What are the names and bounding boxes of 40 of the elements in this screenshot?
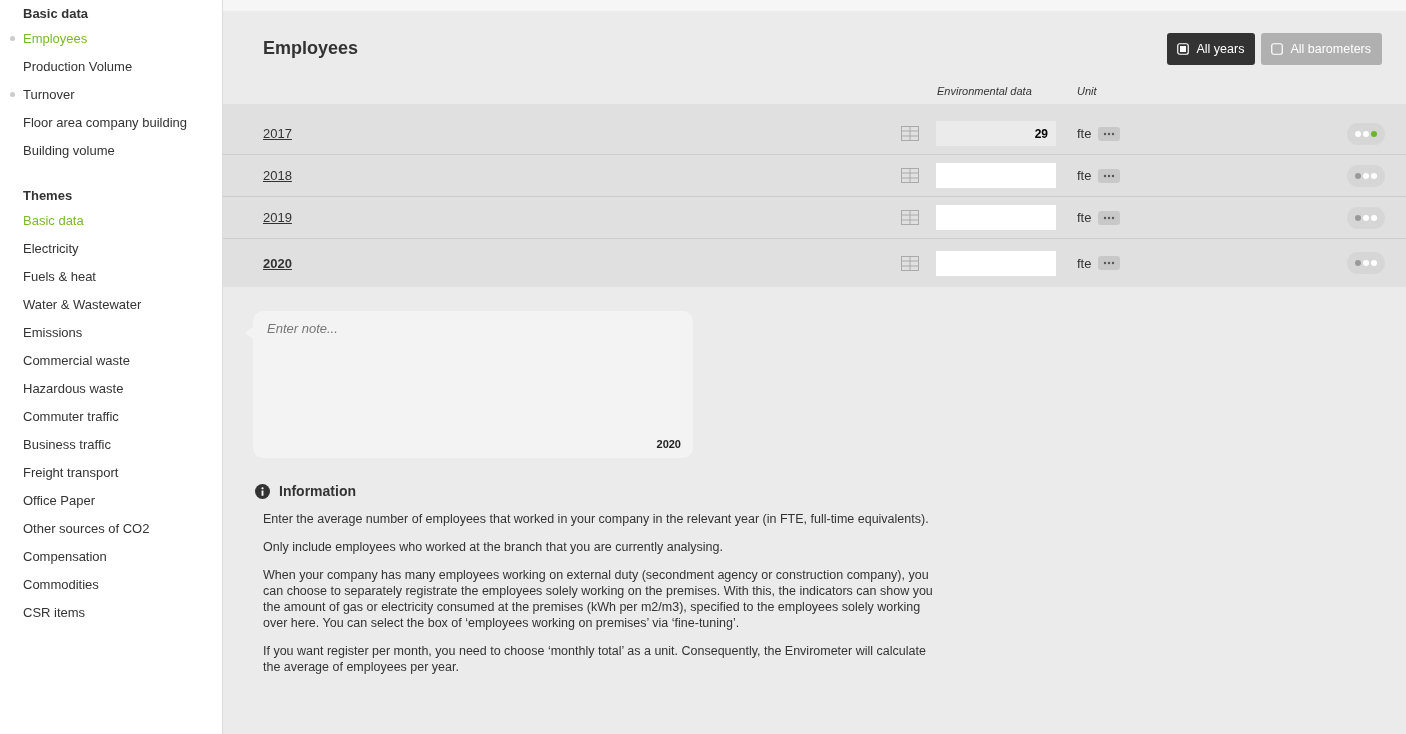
sidebar-item[interactable]: Hazardous waste bbox=[23, 380, 124, 396]
sidebar-heading: Themes bbox=[22, 187, 74, 205]
year-link[interactable]: 2017 bbox=[263, 126, 292, 141]
sidebar-item[interactable]: Building volume bbox=[23, 142, 115, 158]
unit-label: fte bbox=[1077, 210, 1092, 225]
info-paragraph: Only include employees who worked at the branch that you are currently analysing. bbox=[263, 539, 724, 555]
sidebar-item[interactable]: CSR items bbox=[23, 604, 86, 620]
note-field[interactable]: Enter note... bbox=[267, 321, 681, 438]
value-field[interactable]: 29 bbox=[936, 121, 1056, 146]
unit-label: fte bbox=[1077, 255, 1092, 271]
sidebar-item[interactable]: Floor area company building bbox=[23, 114, 188, 130]
sidebar-item[interactable]: Production Volume bbox=[23, 58, 133, 74]
sidebar-item[interactable]: Other sources of CO2 bbox=[23, 520, 150, 536]
info-paragraph: Enter the average number of employees that worked in your company in the relevant year (in FTE, full-time equivalents). bbox=[263, 511, 930, 527]
column-header: Environmental data bbox=[937, 84, 1033, 98]
column-header: Unit bbox=[1077, 84, 1097, 98]
info-paragraph: If you want register per month, you need to choose ‘monthly total’ as a unit. Consequently, the Envirometer will calculate the average of employees per year. bbox=[263, 643, 927, 675]
info-heading: Information bbox=[279, 483, 356, 499]
info-paragraph: When your company has many employees working on external duty (secondment agency or construction company), you can choose to separately registrate the employees solely working on the premises. With this, the indicators can show you the amount of gas or electricity consumed at the premises (kWh per m2/m3), specified to the employees solely working over here. You can select the box of ‘employees working on premises’ via ‘fine-tuning’. bbox=[263, 567, 934, 631]
year-link[interactable]: 2018 bbox=[263, 168, 292, 183]
sidebar-item[interactable]: Water & Wastewater bbox=[23, 296, 142, 312]
sidebar-item[interactable]: Electricity bbox=[23, 240, 79, 256]
toggle-button[interactable]: All years bbox=[1167, 32, 1256, 65]
unit-label: fte bbox=[1077, 168, 1092, 183]
year-link[interactable]: 2019 bbox=[263, 210, 292, 225]
sidebar-item[interactable]: Turnover bbox=[23, 86, 75, 102]
sidebar-item[interactable]: Fuels & heat bbox=[23, 268, 96, 284]
page-title: Employees bbox=[263, 38, 360, 59]
sidebar-item[interactable]: Freight transport bbox=[23, 464, 119, 480]
sidebar-item[interactable]: Compensation bbox=[23, 548, 107, 564]
year-link[interactable]: 2020 bbox=[263, 255, 292, 271]
sidebar-item[interactable]: Office Paper bbox=[23, 492, 96, 508]
note-year: 2020 bbox=[656, 438, 681, 450]
sidebar-item[interactable]: Commodities bbox=[23, 576, 99, 592]
sidebar-heading: Basic data bbox=[22, 5, 90, 23]
unit-label: fte bbox=[1077, 126, 1092, 141]
sidebar-item[interactable]: Emissions bbox=[23, 324, 83, 340]
sidebar-item[interactable]: Business traffic bbox=[23, 436, 111, 452]
sidebar-item[interactable]: Commuter traffic bbox=[23, 408, 119, 424]
sidebar-item[interactable]: Commercial waste bbox=[23, 352, 130, 368]
